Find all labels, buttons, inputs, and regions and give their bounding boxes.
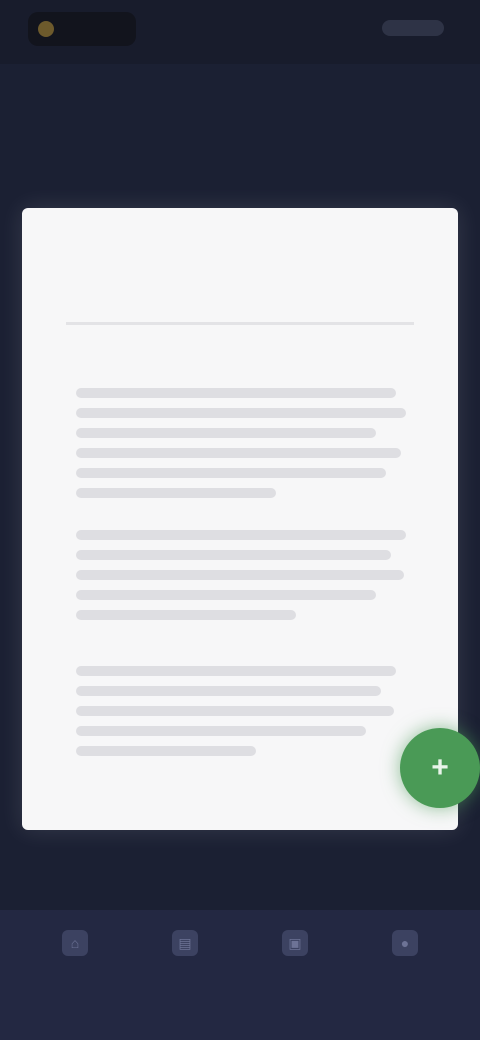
document-text-line (76, 666, 396, 676)
document-text-line (76, 570, 404, 580)
document-text-line (76, 408, 406, 418)
document-icon: ▤ (172, 930, 198, 956)
brand-pill[interactable] (28, 12, 136, 46)
add-button[interactable]: + (400, 728, 480, 808)
document-preview[interactable] (22, 208, 458, 830)
tab-scan[interactable]: ▣ (255, 930, 335, 966)
profile-icon: ● (392, 930, 418, 956)
document-text-line (76, 428, 376, 438)
scan-icon: ▣ (282, 930, 308, 956)
document-text-line (76, 550, 391, 560)
home-icon: ⌂ (62, 930, 88, 956)
document-text-line (76, 746, 256, 756)
brand-logo-icon (38, 21, 54, 37)
document-text-line (76, 610, 296, 620)
tab-documents[interactable]: ▤ (145, 930, 225, 966)
status-indicators (382, 20, 444, 36)
status-bar (0, 0, 480, 64)
document-text-line (76, 388, 396, 398)
document-text-line (76, 488, 276, 498)
document-text-line (76, 530, 406, 540)
plus-icon: + (431, 751, 449, 784)
document-text-line (76, 686, 381, 696)
document-text-line (76, 706, 394, 716)
bottom-tab-bar: ⌂ ▤ ▣ ● (0, 910, 480, 1040)
document-text-line (76, 468, 386, 478)
document-text-line (76, 590, 376, 600)
document-text-line (76, 448, 401, 458)
document-divider (66, 322, 414, 325)
tab-home[interactable]: ⌂ (35, 930, 115, 966)
document-text-line (76, 726, 366, 736)
tab-profile[interactable]: ● (365, 930, 445, 966)
